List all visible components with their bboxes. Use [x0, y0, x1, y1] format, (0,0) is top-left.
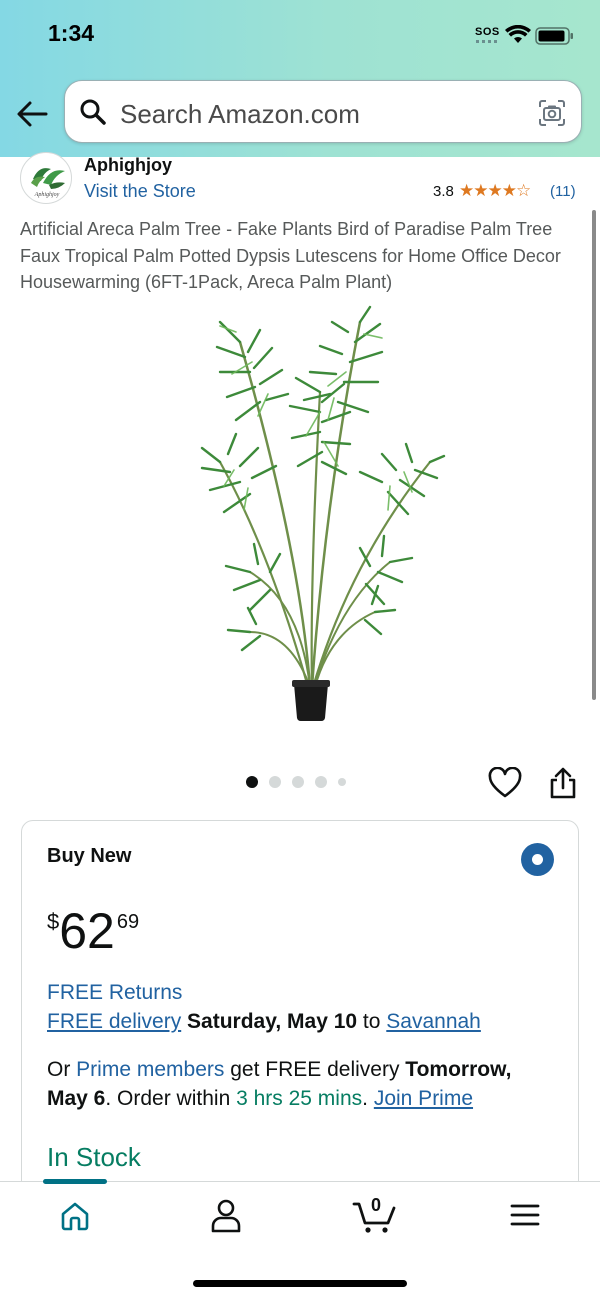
- bottom-nav: 0: [0, 1179, 600, 1299]
- store-logo[interactable]: Aphighjoy: [20, 152, 72, 204]
- carousel-dot[interactable]: [338, 778, 346, 786]
- carousel-dot[interactable]: [269, 776, 281, 788]
- prime-or: Or: [47, 1058, 71, 1081]
- cart-count: 0: [371, 1195, 382, 1215]
- search-icon: [80, 99, 106, 125]
- status-time: 1:34: [48, 20, 95, 46]
- back-arrow-icon[interactable]: [14, 96, 50, 132]
- free-returns-link[interactable]: FREE Returns: [47, 981, 182, 1005]
- price: $ 62 69: [47, 903, 139, 959]
- price-fraction: 69: [116, 911, 140, 933]
- svg-text:Aphighjoy: Aphighjoy: [34, 192, 60, 198]
- carousel-dot[interactable]: [246, 776, 258, 788]
- visit-store-link[interactable]: Visit the Store: [84, 181, 196, 202]
- price-symbol: $: [47, 909, 60, 934]
- image-carousel-dots[interactable]: [246, 776, 346, 788]
- heart-icon[interactable]: [488, 767, 522, 799]
- share-icon[interactable]: [548, 766, 578, 800]
- delivery-location-link[interactable]: Savannah: [386, 1010, 481, 1033]
- delivery-date: Saturday, May 10: [187, 1010, 358, 1033]
- buy-new-radio[interactable]: [521, 843, 554, 876]
- battery-icon: [535, 27, 573, 45]
- buy-new-heading: Buy New: [47, 845, 132, 867]
- prime-members-link[interactable]: Prime members: [76, 1058, 224, 1081]
- prime-order-within: . Order within: [105, 1087, 231, 1110]
- search-placeholder: Search Amazon.com: [120, 99, 360, 129]
- carousel-dot[interactable]: [292, 776, 304, 788]
- prime-countdown: 3 hrs 25 mins: [236, 1087, 363, 1110]
- home-indicator: [193, 1280, 407, 1287]
- delivery-to: to: [362, 1010, 381, 1033]
- nav-active-indicator: [43, 1179, 107, 1184]
- prime-delivery-message: Or Prime members get FREE delivery Tomor…: [47, 1058, 512, 1110]
- store-logo-image: Aphighjoy: [31, 168, 65, 198]
- star-rating-icon[interactable]: ★★★★☆: [459, 181, 531, 201]
- account-icon[interactable]: [210, 1198, 242, 1234]
- wifi-icon: [505, 25, 531, 43]
- scroll-indicator: [592, 210, 596, 700]
- search-input[interactable]: Search Amazon.com: [64, 80, 582, 143]
- review-count-link[interactable]: (11): [550, 183, 576, 200]
- home-icon[interactable]: [58, 1199, 92, 1233]
- buy-box: Buy New $ 62 69 FREE Returns FREE delive…: [21, 820, 579, 1240]
- carousel-dot[interactable]: [315, 776, 327, 788]
- camera-icon[interactable]: [537, 98, 567, 128]
- product-title: Artificial Areca Palm Tree - Fake Plants…: [20, 219, 561, 292]
- header: 1:34 SOS Search Amazon.com: [0, 0, 600, 157]
- prime-get: get FREE delivery: [230, 1058, 400, 1081]
- rating-value[interactable]: 3.8: [433, 183, 454, 200]
- free-delivery-link[interactable]: FREE delivery: [47, 1010, 181, 1033]
- delivery-line: FREE delivery Saturday, May 10 to Savann…: [47, 1010, 481, 1034]
- product-image[interactable]: [150, 302, 450, 722]
- signal-dots: [476, 40, 498, 43]
- stock-status: In Stock: [47, 1142, 141, 1172]
- menu-icon[interactable]: [510, 1202, 540, 1228]
- join-prime-link[interactable]: Join Prime: [374, 1087, 473, 1110]
- sos-indicator: SOS: [475, 26, 500, 38]
- price-whole: 62: [59, 903, 115, 959]
- store-name[interactable]: Aphighjoy: [84, 155, 172, 176]
